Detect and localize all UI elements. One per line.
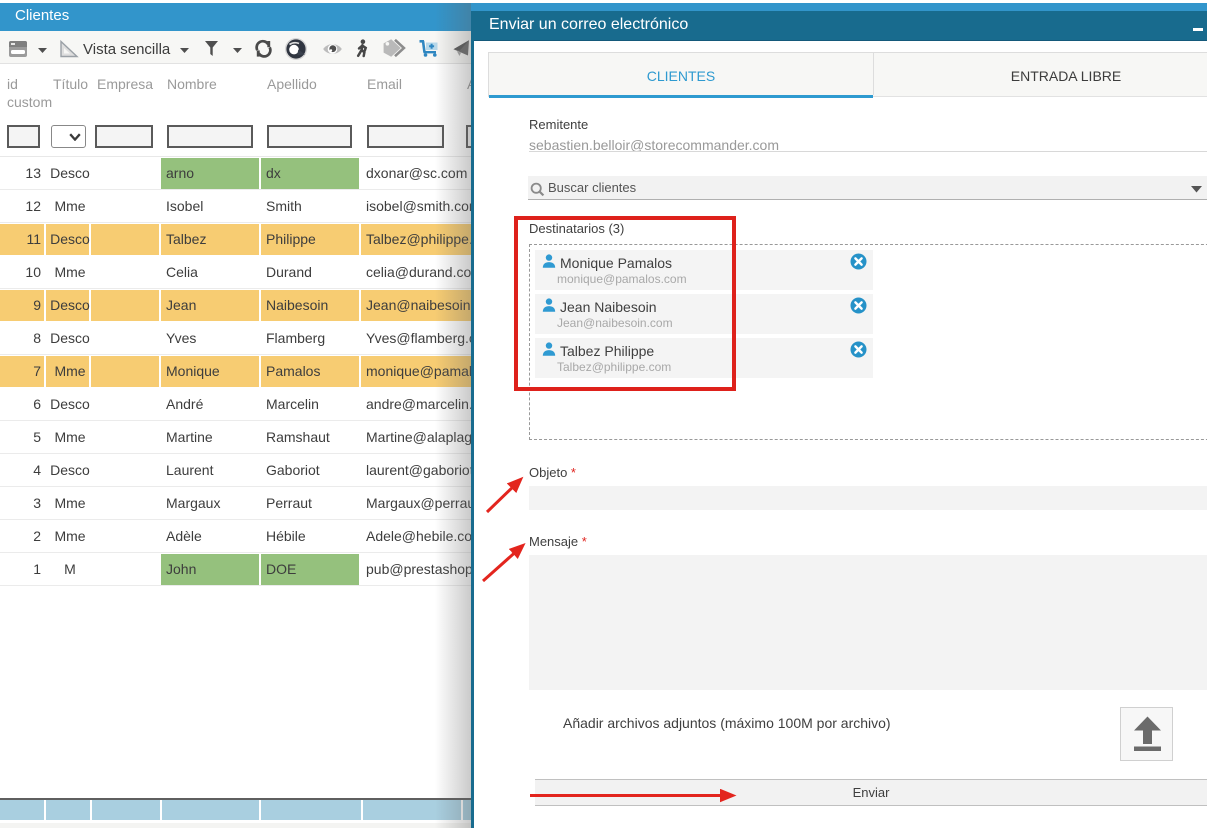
svg-text:Vista sencilla: Vista sencilla (83, 41, 171, 58)
